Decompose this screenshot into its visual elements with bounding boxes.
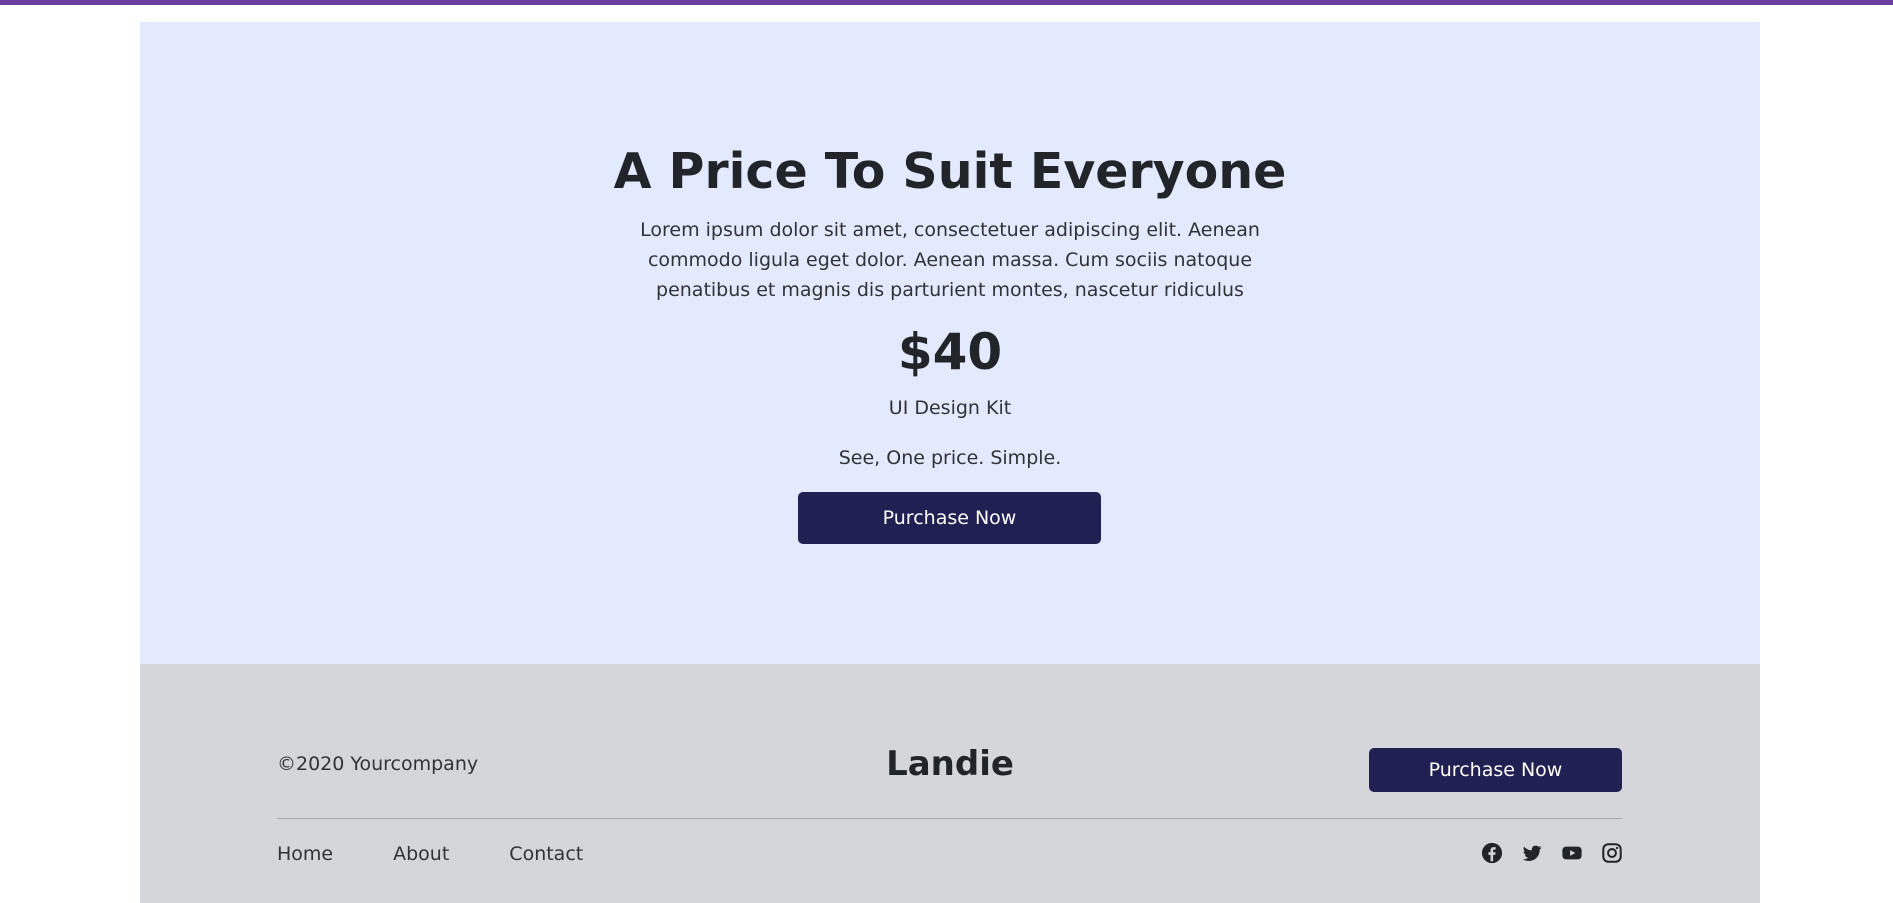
pricing-section: A Price To Suit Everyone Lorem ipsum dol… bbox=[140, 22, 1760, 664]
price-amount: $40 bbox=[897, 323, 1003, 381]
youtube-icon[interactable] bbox=[1561, 842, 1583, 864]
footer-divider bbox=[277, 818, 1622, 819]
instagram-icon[interactable] bbox=[1601, 842, 1623, 864]
twitter-icon[interactable] bbox=[1521, 842, 1543, 864]
social-links bbox=[1481, 842, 1623, 864]
footer-nav: Home About Contact bbox=[277, 840, 583, 868]
pricing-tagline: See, One price. Simple. bbox=[838, 447, 1062, 469]
footer: ©2020 Yourcompany Landie Purchase Now Ho… bbox=[140, 664, 1760, 903]
top-accent-bar bbox=[0, 0, 1893, 5]
nav-link-contact[interactable]: Contact bbox=[509, 840, 583, 868]
pricing-description: Lorem ipsum dolor sit amet, consectetuer… bbox=[640, 219, 1260, 301]
nav-link-home[interactable]: Home bbox=[277, 840, 333, 868]
facebook-icon[interactable] bbox=[1481, 842, 1503, 864]
pricing-title: A Price To Suit Everyone bbox=[613, 143, 1287, 200]
nav-link-about[interactable]: About bbox=[393, 840, 449, 868]
page-frame: A Price To Suit Everyone Lorem ipsum dol… bbox=[140, 22, 1760, 903]
purchase-now-button[interactable]: Purchase Now bbox=[798, 492, 1101, 544]
footer-purchase-now-button[interactable]: Purchase Now bbox=[1369, 748, 1622, 792]
product-name: UI Design Kit bbox=[888, 397, 1012, 419]
